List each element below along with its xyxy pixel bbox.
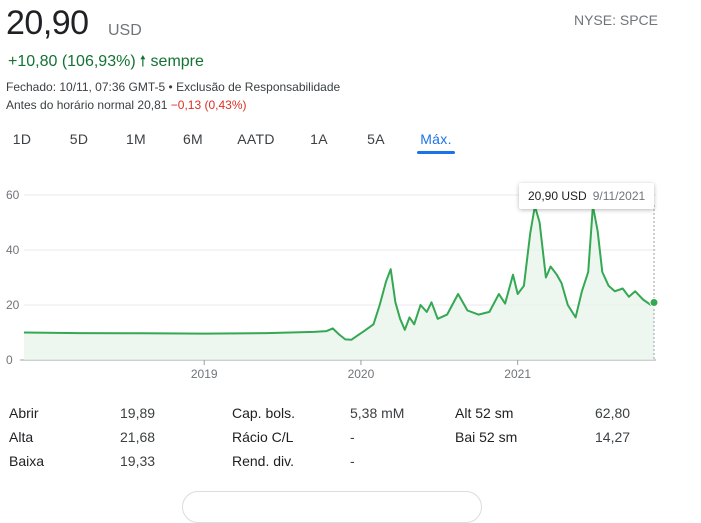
stat-label-open: Abrir <box>9 405 39 421</box>
y-tick-label: 0 <box>6 353 13 367</box>
closed-text: Fechado: 10/11, 07:36 GMT-5 • <box>6 80 173 94</box>
series-area <box>24 206 654 360</box>
disclaimer-link[interactable]: Exclusão de Responsabilidade <box>176 80 340 94</box>
tab-1d[interactable]: 1D <box>6 127 38 155</box>
x-tick-label: 2021 <box>504 367 531 381</box>
tab-1m[interactable]: 1M <box>118 127 154 155</box>
stat-label-52wk-low: Bai 52 sm <box>455 429 518 445</box>
stat-value-high: 21,68 <box>120 429 156 445</box>
stat-value-open: 19,89 <box>120 405 156 421</box>
ticker-symbol[interactable]: NYSE: SPCE <box>574 12 658 28</box>
chart-tooltip: 20,90 USD 9/11/2021 <box>519 183 655 209</box>
range-tabs: 1D 5D 1M 6M AATD 1A 5A Máx. <box>0 127 701 157</box>
tab-6m[interactable]: 6M <box>176 127 210 155</box>
stat-value-div: - <box>350 453 355 469</box>
tab-5d[interactable]: 5D <box>62 127 96 155</box>
x-tick-label: 2020 <box>348 367 375 381</box>
stat-label-pe: Rácio C/L <box>232 429 294 445</box>
stat-value-low: 19,33 <box>120 453 156 469</box>
market-status: Fechado: 10/11, 07:36 GMT-5 • Exclusão d… <box>6 80 340 94</box>
stat-value-52wk-high: 62,80 <box>595 405 631 421</box>
stat-label-low: Baixa <box>9 453 45 469</box>
price-change: +10,80 (106,93%) 🠕 sempre <box>8 51 204 76</box>
stat-label-mktcap: Cap. bols. <box>232 405 296 421</box>
premarket-info: Antes do horário normal 20,81 −0,13 (0,4… <box>6 98 247 112</box>
tooltip-date: 9/11/2021 <box>592 189 646 203</box>
y-tick-label: 40 <box>6 243 20 257</box>
tab-5a[interactable]: 5A <box>360 127 392 155</box>
stock-price: 20,90 <box>6 4 89 42</box>
stat-value-pe: - <box>350 429 355 445</box>
stat-label-52wk-high: Alt 52 sm <box>455 405 514 421</box>
current-point-marker <box>649 298 659 308</box>
y-tick-label: 20 <box>6 298 20 312</box>
stat-label-div: Rend. div. <box>232 453 294 469</box>
expand-button[interactable] <box>182 491 482 523</box>
stat-value-52wk-low: 14,27 <box>595 429 631 445</box>
currency-label: USD <box>108 22 142 39</box>
tab-max[interactable]: Máx. <box>417 127 455 155</box>
arrow-up-icon: 🠕 <box>139 53 147 70</box>
x-tick-label: 2019 <box>191 367 218 381</box>
stat-value-mktcap: 5,38 mM <box>350 405 405 421</box>
y-tick-label: 60 <box>6 188 20 202</box>
tooltip-price: 20,90 USD <box>528 189 587 203</box>
change-value: +10,80 (106,93%) <box>8 53 136 70</box>
premarket-change: −0,13 (0,43%) <box>170 98 247 112</box>
price-chart[interactable]: 0 20 40 60 2019 2020 2021 <box>0 180 701 390</box>
stat-label-high: Alta <box>9 429 34 445</box>
premarket-label: Antes do horário normal 20,81 <box>6 98 168 112</box>
tab-1a[interactable]: 1A <box>304 127 334 155</box>
tab-aatd[interactable]: AATD <box>232 127 280 155</box>
change-period: sempre <box>150 53 204 70</box>
